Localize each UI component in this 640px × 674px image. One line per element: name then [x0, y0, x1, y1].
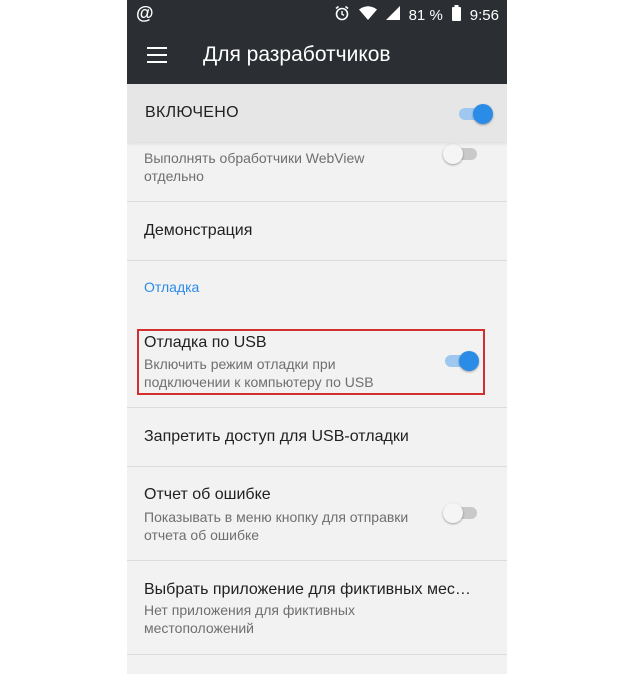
mock-location-title: Выбрать приложение для фиктивных мес…	[144, 581, 471, 598]
revoke-usb-authorizations-row[interactable]: Запретить доступ для USB-отладки	[127, 408, 507, 467]
master-toggle-label: ВКЛЮЧЕНО	[145, 104, 239, 121]
wifi-icon	[358, 6, 377, 24]
battery-percent: 81 %	[408, 6, 443, 24]
status-bar: @ 81 % 9:56	[127, 0, 507, 28]
master-toggle-row[interactable]: ВКЛЮЧЕНО	[127, 84, 507, 142]
page-title: Для разработчиков	[203, 43, 391, 66]
revoke-usb-title: Запретить доступ для USB-отладки	[144, 428, 409, 445]
bug-report-title: Отчет об ошибке	[144, 486, 271, 503]
status-icons: 81 % 9:56	[334, 5, 499, 25]
master-toggle-switch[interactable]	[457, 102, 493, 126]
at-sign-icon: @	[136, 3, 154, 23]
demo-mode-row[interactable]: Демонстрация	[127, 202, 507, 261]
battery-icon	[451, 5, 461, 25]
bug-report-subtitle: Показывать в меню кнопку для отправки от…	[144, 509, 409, 543]
bug-report-toggle-switch[interactable]	[443, 501, 479, 525]
demo-mode-title: Демонстрация	[144, 222, 253, 239]
alarm-icon	[334, 5, 350, 25]
webview-setting-subtitle: Выполнять обработчики WebView отдельно	[144, 150, 365, 184]
clock: 9:56	[469, 6, 499, 24]
bug-report-row[interactable]: Отчет об ошибке Показывать в меню кнопку…	[127, 467, 507, 561]
section-header-debug: Отладка	[127, 261, 507, 311]
mock-location-subtitle: Нет приложения для фиктивных местоположе…	[144, 602, 355, 636]
mock-location-row[interactable]: Выбрать приложение для фиктивных мес… Не…	[127, 561, 507, 655]
phone-screen: @ 81 % 9:56 Для разработчиков ВКЛЮЧЕНО В…	[127, 0, 507, 674]
section-title-debug: Отладка	[144, 279, 200, 295]
signal-icon	[385, 6, 400, 24]
webview-toggle-switch[interactable]	[443, 142, 479, 166]
app-bar: Для разработчиков	[127, 28, 507, 84]
hamburger-menu-icon[interactable]	[147, 47, 167, 63]
highlight-box	[137, 329, 485, 395]
